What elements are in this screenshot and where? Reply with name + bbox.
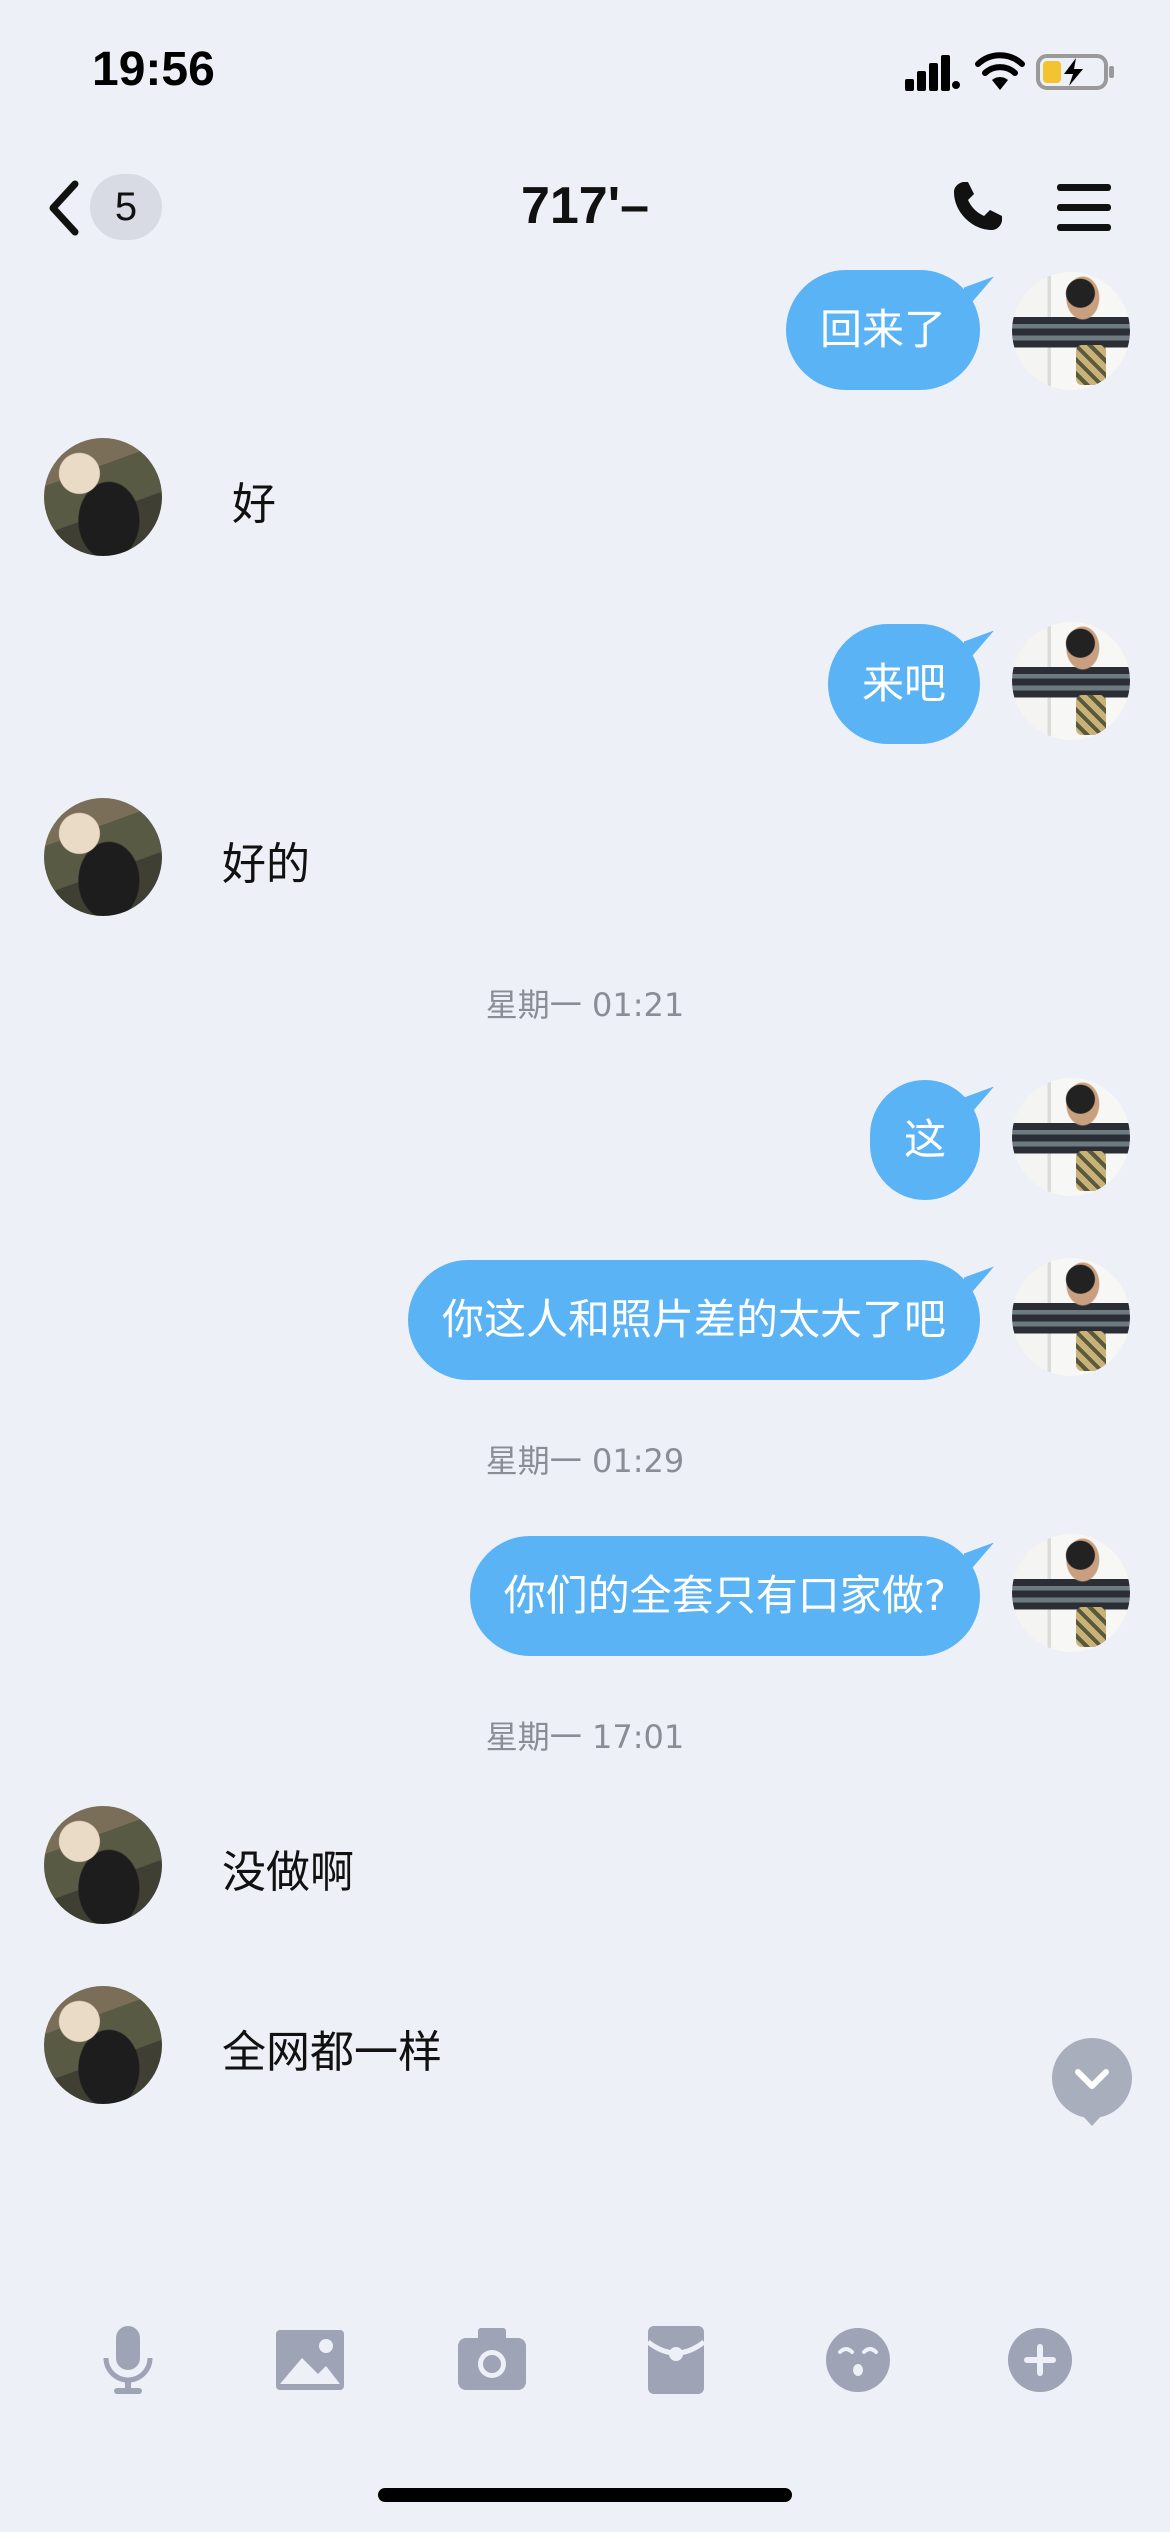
image-icon[interactable]: [270, 2320, 350, 2400]
self-avatar[interactable]: [1012, 1534, 1130, 1652]
self-avatar[interactable]: [1012, 1078, 1130, 1196]
incoming-message[interactable]: 好: [232, 468, 276, 532]
chat-message-list[interactable]: 回来了 好 来吧 好的 星期一 01:21 这 你这人和照片差的太大了吧 星期一…: [0, 260, 1170, 2260]
self-avatar[interactable]: [1012, 272, 1130, 390]
contact-avatar[interactable]: [44, 1986, 162, 2104]
contact-avatar[interactable]: [44, 1806, 162, 1924]
home-indicator[interactable]: [378, 2488, 792, 2502]
outgoing-message[interactable]: 回来了: [785, 270, 980, 390]
chat-title: 717'–: [520, 177, 650, 235]
outgoing-message[interactable]: 你这人和照片差的太大了吧: [407, 1260, 980, 1380]
timestamp-separator: 星期一 01:29: [485, 1442, 685, 1480]
red-packet-icon[interactable]: [636, 2320, 716, 2400]
timestamp-separator: 星期一 17:01: [485, 1718, 685, 1756]
self-avatar[interactable]: [1012, 1258, 1130, 1376]
incoming-message[interactable]: 没做啊: [222, 1836, 354, 1900]
camera-icon[interactable]: [452, 2320, 532, 2400]
menu-icon[interactable]: [1055, 182, 1113, 234]
emoji-icon[interactable]: [818, 2320, 898, 2400]
incoming-message[interactable]: 好的: [222, 828, 310, 892]
status-time: 19:56: [92, 43, 215, 96]
contact-avatar[interactable]: [44, 798, 162, 916]
self-avatar[interactable]: [1012, 622, 1130, 740]
plus-icon[interactable]: [1000, 2320, 1080, 2400]
battery-charging-icon: [1036, 54, 1114, 90]
back-chevron-icon[interactable]: [45, 178, 85, 238]
input-toolbar: [0, 2290, 1170, 2430]
outgoing-message[interactable]: 你们的全套只有口家做?: [469, 1536, 980, 1656]
unread-count-badge[interactable]: 5: [90, 174, 162, 240]
timestamp-separator: 星期一 01:21: [485, 986, 685, 1024]
outgoing-message[interactable]: 来吧: [827, 624, 980, 744]
incoming-message[interactable]: 全网都一样: [222, 2016, 442, 2080]
microphone-icon[interactable]: [88, 2320, 168, 2400]
scroll-to-bottom-button[interactable]: [1052, 2038, 1132, 2126]
phone-call-icon[interactable]: [950, 178, 1006, 234]
cellular-signal-icon: [905, 55, 960, 91]
contact-avatar[interactable]: [44, 438, 162, 556]
wifi-icon: [975, 52, 1025, 90]
status-bar: 19:56: [0, 0, 1170, 140]
chevron-down-icon: [1075, 2069, 1109, 2089]
nav-bar: 5 717'–: [0, 150, 1170, 260]
outgoing-message[interactable]: 这: [869, 1080, 980, 1200]
